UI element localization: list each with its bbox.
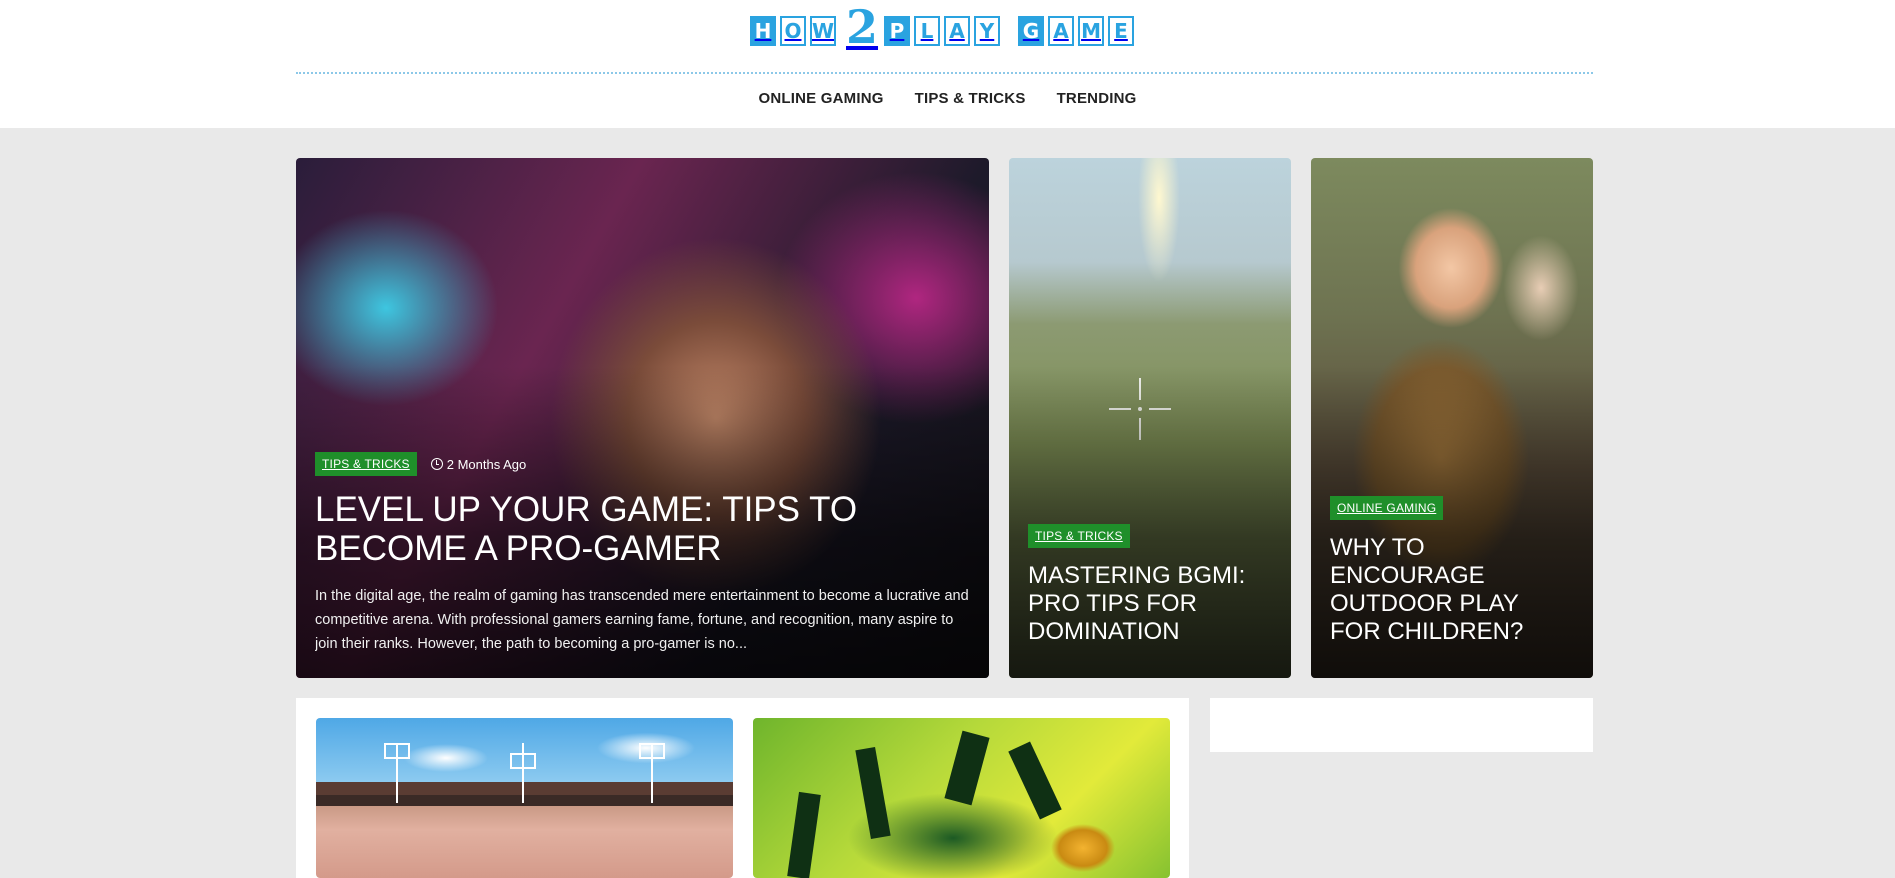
post-excerpt: In the digital age, the realm of gaming …: [315, 588, 969, 652]
nav-item-tips-tricks[interactable]: TIPS & TRICKS: [915, 90, 1026, 107]
logo-letter: H: [750, 16, 776, 46]
logo-letter: P: [884, 16, 911, 46]
logo-letter: M: [1078, 16, 1105, 46]
post-meta: TIPS & TRICKS 2 Months Ago: [315, 452, 970, 476]
post-meta: TIPS & TRICKS: [1028, 524, 1272, 548]
floodlight-icon: [639, 743, 665, 759]
logo-letter: A: [1048, 16, 1075, 46]
nav-item-trending[interactable]: TRENDING: [1057, 90, 1137, 107]
floodlight-icon: [510, 753, 536, 769]
featured-post-card[interactable]: TIPS & TRICKS 2 Months Ago LEVEL UP YOUR…: [296, 158, 989, 678]
category-badge[interactable]: ONLINE GAMING: [1330, 496, 1444, 520]
post-title-link[interactable]: LEVEL UP YOUR GAME: TIPS TO BECOME A PRO…: [315, 490, 970, 568]
site-header: H O W 2 P L A Y G A M E ONLINE GAMING TI…: [0, 0, 1895, 128]
sidebar-widget: [1210, 698, 1593, 752]
post-date-text: 2 Months Ago: [446, 456, 527, 472]
post-title: MASTERING BGMI: PRO TIPS FOR DOMINATION: [1028, 562, 1246, 645]
post-meta: ONLINE GAMING: [1330, 496, 1574, 520]
post-title-link[interactable]: WHY TO ENCOURAGE OUTDOOR PLAY FOR CHILDR…: [1330, 534, 1574, 646]
logo-letter: G: [1018, 16, 1045, 46]
player-silhouette: [944, 730, 990, 806]
site-logo[interactable]: H O W 2 P L A Y G A M E: [750, 0, 1138, 54]
logo-letter: Y: [974, 16, 1001, 46]
clock-icon: [430, 458, 443, 470]
post-grid: [296, 698, 1189, 878]
nav-item-online-gaming[interactable]: ONLINE GAMING: [759, 90, 884, 107]
post-title: WHY TO ENCOURAGE OUTDOOR PLAY FOR CHILDR…: [1330, 534, 1524, 645]
featured-post-card[interactable]: TIPS & TRICKS MASTERING BGMI: PRO TIPS F…: [1009, 158, 1291, 678]
header-divider: [296, 72, 1593, 74]
card-content: TIPS & TRICKS 2 Months Ago LEVEL UP YOUR…: [315, 452, 970, 656]
logo-letter: L: [914, 16, 941, 46]
player-silhouette: [787, 791, 821, 878]
post-title-link[interactable]: MASTERING BGMI: PRO TIPS FOR DOMINATION: [1028, 562, 1272, 646]
player-silhouette: [855, 746, 891, 840]
card-content: TIPS & TRICKS MASTERING BGMI: PRO TIPS F…: [1028, 524, 1272, 646]
post-thumbnail[interactable]: [316, 718, 733, 878]
category-badge[interactable]: TIPS & TRICKS: [315, 452, 417, 476]
card-content: ONLINE GAMING WHY TO ENCOURAGE OUTDOOR P…: [1330, 496, 1574, 646]
post-thumbnail[interactable]: [753, 718, 1170, 878]
logo-letter: E: [1108, 16, 1135, 46]
post-date: 2 Months Ago: [430, 456, 527, 472]
category-badge[interactable]: TIPS & TRICKS: [1028, 524, 1130, 548]
player-silhouette: [1008, 741, 1062, 820]
logo-letter: A: [944, 16, 971, 46]
post-title: LEVEL UP YOUR GAME: TIPS TO BECOME A PRO…: [315, 490, 858, 568]
floodlight-icon: [522, 743, 524, 803]
featured-post-card[interactable]: ONLINE GAMING WHY TO ENCOURAGE OUTDOOR P…: [1311, 158, 1593, 678]
logo-two: 2: [846, 0, 879, 54]
logo-letter: W: [810, 16, 836, 46]
floodlight-icon: [384, 743, 410, 759]
main-nav: ONLINE GAMING TIPS & TRICKS TRENDING: [0, 90, 1895, 107]
logo-letter: O: [780, 16, 806, 46]
